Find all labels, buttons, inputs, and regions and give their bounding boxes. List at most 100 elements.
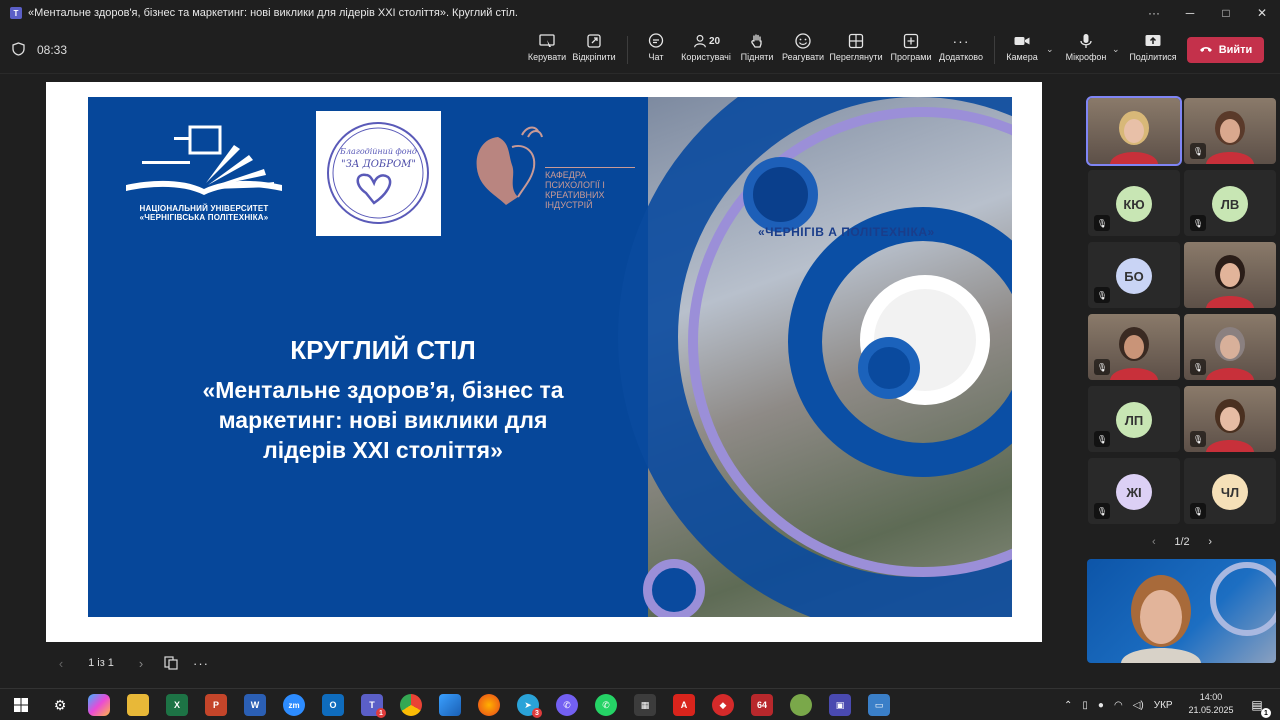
slide-more-options-icon[interactable]: ···: [186, 656, 216, 671]
gallery-pager: ‹ 1/2 ›: [1152, 534, 1212, 550]
heart-circle-icon: [327, 122, 429, 224]
decor-node-middle: [858, 337, 920, 399]
fund-name: "ЗА ДОБРОМ": [340, 159, 417, 170]
camera-button[interactable]: Камера: [1006, 30, 1038, 70]
maximize-button[interactable]: □: [1208, 0, 1244, 26]
apps-button[interactable]: Програми: [890, 30, 932, 70]
paint-icon[interactable]: [790, 694, 812, 716]
muted-microphone-icon: 🎙: [1190, 143, 1206, 159]
shield-icon: [12, 41, 25, 59]
file-explorer-icon[interactable]: [127, 694, 149, 716]
settings-gear-icon[interactable]: ⚙: [49, 694, 71, 716]
acrobat-icon[interactable]: A: [673, 694, 695, 716]
powerpoint-icon[interactable]: P: [205, 694, 227, 716]
volume-icon[interactable]: ◁): [1133, 700, 1144, 711]
participant-tile[interactable]: 🎙: [1184, 314, 1276, 380]
camera-options-chevron-icon[interactable]: ⌄: [1046, 44, 1054, 55]
people-count: 20: [708, 35, 721, 47]
chrome-icon[interactable]: [400, 694, 422, 716]
muted-microphone-icon: 🎙: [1190, 431, 1206, 447]
participant-tile[interactable]: 🎙: [1088, 314, 1180, 380]
decor-node-bottom: [643, 559, 705, 617]
phone-hangup-icon: [1199, 44, 1213, 56]
language-indicator[interactable]: УКР: [1154, 700, 1173, 711]
participant-tile[interactable]: [1086, 96, 1182, 166]
participant-tile[interactable]: [1184, 242, 1276, 308]
popout-button[interactable]: Відкріпити: [572, 30, 616, 70]
participant-avatar: КЮ: [1116, 186, 1152, 222]
leave-button[interactable]: Вийти: [1187, 37, 1264, 63]
wifi-icon[interactable]: ◠: [1114, 700, 1123, 711]
whatsapp-icon[interactable]: ✆: [595, 694, 617, 716]
faces-profile-icon: [476, 126, 543, 205]
minimize-button[interactable]: ─: [1172, 0, 1208, 26]
taskbar-clock[interactable]: 14:00 21.05.2025: [1186, 691, 1236, 717]
usb-icon[interactable]: ▯: [1082, 700, 1088, 711]
participant-tile[interactable]: 🎙: [1184, 98, 1276, 164]
more-button[interactable]: ··· Додатково: [938, 30, 984, 70]
camera-label: Камера: [1006, 52, 1038, 62]
participant-tile[interactable]: 🎙: [1184, 386, 1276, 452]
word-icon[interactable]: W: [244, 694, 266, 716]
slide-subtitle-line2: маркетинг: нові виклики для: [218, 407, 548, 433]
previous-slide-chevron-icon[interactable]: ‹: [46, 656, 76, 671]
photos-icon[interactable]: [439, 694, 461, 716]
excel-icon[interactable]: X: [166, 694, 188, 716]
raise-hand-button[interactable]: Підняти: [740, 30, 774, 70]
raise-hand-label: Підняти: [740, 52, 774, 62]
app-64-icon[interactable]: 64: [751, 694, 773, 716]
gallery-next-chevron-icon[interactable]: ›: [1208, 536, 1212, 548]
tray-expand-chevron-icon[interactable]: ⌃: [1064, 700, 1072, 711]
close-button[interactable]: ✕: [1244, 0, 1280, 26]
popout-icon: [585, 30, 603, 52]
remote-desktop-icon[interactable]: ▭: [868, 694, 890, 716]
muted-microphone-icon: 🎙: [1190, 215, 1206, 231]
notifications-icon[interactable]: ▤ 1: [1246, 694, 1271, 718]
more-options-icon[interactable]: ···: [1136, 0, 1172, 26]
control-button[interactable]: Керувати: [528, 30, 566, 70]
copilot-icon[interactable]: [88, 694, 110, 716]
slide-thumbnails-icon[interactable]: [156, 656, 186, 670]
participant-avatar: ЧЛ: [1212, 474, 1248, 510]
gallery-page-indicator: 1/2: [1174, 536, 1190, 548]
muted-microphone-icon: 🎙: [1094, 503, 1110, 519]
muted-microphone-icon: 🎙: [1094, 431, 1110, 447]
department-logo: КАФЕДРА ПСИХОЛОГІЇ І КРЕАТИВНИХ ІНДУСТРІ…: [468, 117, 635, 217]
anydesk-icon[interactable]: ◆: [712, 694, 734, 716]
participant-tile[interactable]: ЛП 🎙: [1088, 386, 1180, 452]
save-disk-icon[interactable]: ▣: [829, 694, 851, 716]
popout-label: Відкріпити: [572, 52, 616, 62]
hand-icon: [748, 30, 766, 52]
slide-subtitle-line3: лідерів XXI століття»: [263, 437, 503, 463]
next-slide-chevron-icon[interactable]: ›: [126, 656, 156, 671]
department-line2: ПСИХОЛОГІЇ І: [545, 180, 605, 190]
tray-microphone-icon[interactable]: ●: [1098, 700, 1104, 711]
muted-microphone-icon: 🎙: [1094, 287, 1110, 303]
participant-tile[interactable]: КЮ 🎙: [1088, 170, 1180, 236]
mic-button[interactable]: Мікрофон: [1064, 30, 1108, 70]
calculator-icon[interactable]: ▦: [634, 694, 656, 716]
gallery-prev-chevron-icon[interactable]: ‹: [1152, 536, 1156, 548]
chat-button[interactable]: Чат: [644, 30, 668, 70]
zoom-icon[interactable]: zm: [283, 694, 305, 716]
self-video-preview[interactable]: [1087, 559, 1276, 663]
participant-tile[interactable]: ЛВ 🎙: [1184, 170, 1276, 236]
share-screen-button[interactable]: Поділитися: [1128, 30, 1178, 70]
view-button[interactable]: Переглянути: [829, 30, 883, 70]
react-label: Реагувати: [781, 52, 825, 62]
people-button[interactable]: 20 Користувачі: [680, 30, 732, 70]
mic-options-chevron-icon[interactable]: ⌄: [1112, 44, 1120, 55]
firefox-icon[interactable]: [478, 694, 500, 716]
participant-tile[interactable]: БО 🎙: [1088, 242, 1180, 308]
clock-date: 21.05.2025: [1188, 705, 1234, 715]
participant-tile[interactable]: ЖІ 🎙: [1088, 458, 1180, 524]
viber-icon[interactable]: ✆: [556, 694, 578, 716]
windows-start-icon[interactable]: [10, 694, 32, 716]
telegram-icon[interactable]: ➤ 3: [517, 694, 542, 718]
department-line1: КАФЕДРА: [545, 170, 587, 180]
react-button[interactable]: Реагувати: [782, 30, 824, 70]
outlook-icon[interactable]: O: [322, 694, 344, 716]
teams-icon[interactable]: T1: [361, 694, 386, 718]
participant-tile[interactable]: ЧЛ 🎙: [1184, 458, 1276, 524]
notifications-badge: 1: [1261, 708, 1271, 718]
